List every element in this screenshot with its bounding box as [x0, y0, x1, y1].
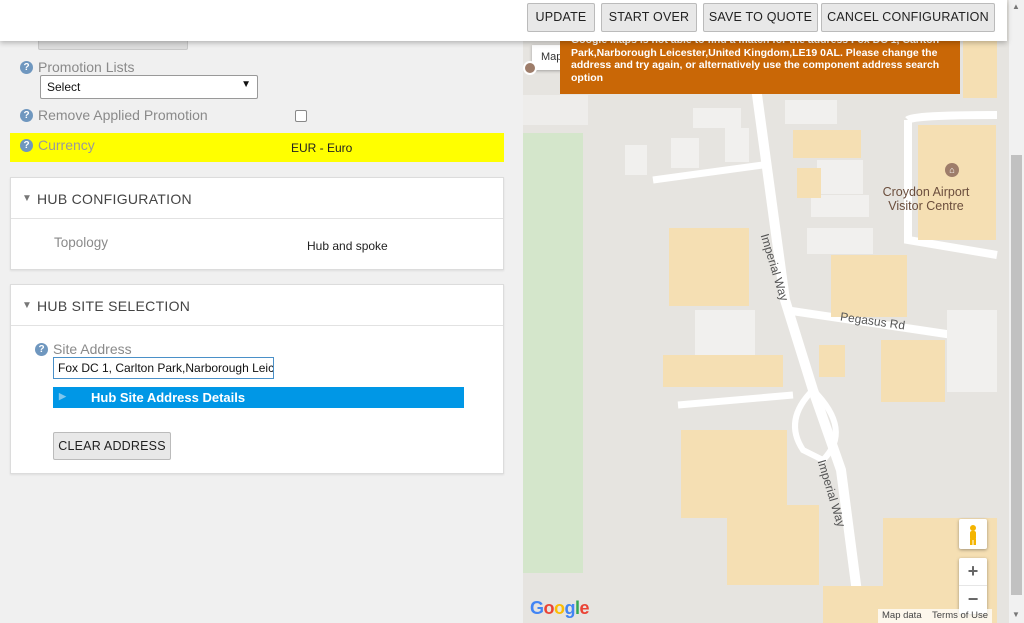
building-tan: [793, 130, 861, 158]
help-icon[interactable]: ?: [20, 61, 33, 74]
road-side-2: [677, 391, 794, 409]
remove-promotion-label: Remove Applied Promotion: [38, 107, 208, 123]
start-over-button[interactable]: START OVER: [601, 3, 697, 32]
building-tan: [663, 355, 783, 387]
place-label-line2: Visitor Centre: [888, 199, 964, 213]
scroll-down-icon[interactable]: ▼: [1012, 610, 1020, 619]
hub-configuration-header[interactable]: ▼ HUB CONFIGURATION: [11, 178, 503, 219]
hub-site-selection-title: HUB SITE SELECTION: [37, 298, 191, 314]
promotion-lists-select[interactable]: Select ▼: [40, 75, 258, 99]
collapse-triangle-icon: ▼: [22, 193, 32, 204]
help-icon[interactable]: ?: [35, 343, 48, 356]
building-grey: [671, 138, 699, 168]
building-grey: [693, 108, 741, 128]
help-icon[interactable]: ?: [20, 109, 33, 122]
map-pin-icon[interactable]: [523, 61, 537, 75]
hub-site-selection-header[interactable]: ▼ HUB SITE SELECTION: [11, 285, 503, 326]
map-error-banner: Google Maps is not able to find a match …: [560, 33, 960, 94]
address-details-label: Hub Site Address Details: [91, 390, 246, 405]
collapse-triangle-icon: ▼: [22, 300, 32, 311]
hub-site-address-details-toggle[interactable]: ▶ Hub Site Address Details: [53, 387, 464, 408]
help-icon[interactable]: ?: [20, 139, 33, 152]
building-tan: [831, 255, 907, 317]
zoom-control: + −: [959, 558, 987, 614]
scroll-up-icon[interactable]: ▲: [1012, 2, 1020, 11]
site-address-label: Site Address: [53, 341, 132, 357]
pegman-icon: [970, 525, 976, 545]
building-grey: [947, 310, 997, 392]
hub-configuration-title: HUB CONFIGURATION: [37, 191, 192, 207]
place-label-line1: Croydon Airport: [882, 185, 970, 199]
building-tan: [797, 168, 821, 198]
save-to-quote-button[interactable]: SAVE TO QUOTE: [703, 3, 818, 32]
zoom-in-button[interactable]: +: [959, 558, 987, 586]
map-data-link[interactable]: Map data: [882, 610, 922, 621]
map-attribution: Map data Terms of Use: [878, 609, 992, 623]
lot-area: [523, 95, 588, 125]
place-label-airport-visitor-centre[interactable]: Croydon Airport Visitor Centre: [876, 185, 976, 213]
building-grey: [785, 100, 837, 124]
building-grey: [625, 145, 647, 175]
topology-value: Hub and spoke: [307, 239, 388, 253]
remove-promotion-checkbox[interactable]: [295, 110, 307, 122]
cancel-configuration-button[interactable]: CANCEL CONFIGURATION: [821, 3, 995, 32]
building-grey: [811, 195, 869, 217]
building-tan: [918, 125, 996, 240]
road-airport-top: [905, 111, 998, 124]
building-tan: [669, 228, 749, 306]
park-area: [523, 133, 583, 573]
scrollbar-thumb[interactable]: [1011, 155, 1022, 595]
building-tan: [881, 340, 945, 402]
promotion-lists-label: Promotion Lists: [38, 59, 135, 75]
site-address-input[interactable]: Fox DC 1, Carlton Park,Narborough Leic: [53, 357, 274, 379]
google-logo[interactable]: Google: [530, 598, 590, 619]
update-button[interactable]: UPDATE: [527, 3, 595, 32]
building-grey: [725, 128, 749, 162]
dropdown-arrow-icon: ▼: [241, 79, 251, 90]
expand-triangle-icon: ▶: [59, 391, 66, 401]
top-toolbar: UPDATE START OVER SAVE TO QUOTE CANCEL C…: [0, 0, 1007, 41]
building-tan: [819, 345, 845, 377]
currency-row: ? Currency EUR - Euro: [10, 133, 504, 162]
building-tan: [727, 505, 819, 585]
building-grey: [817, 160, 863, 194]
building-grey: [695, 310, 755, 360]
road-side: [652, 161, 764, 184]
clear-address-button[interactable]: CLEAR ADDRESS: [53, 432, 171, 460]
building-grey: [807, 228, 873, 254]
building-tan: [681, 430, 787, 518]
terms-of-use-link[interactable]: Terms of Use: [932, 610, 988, 621]
promotion-select-value: Select: [47, 80, 81, 94]
topology-label: Topology: [54, 235, 109, 250]
building-tan: [963, 40, 997, 98]
street-view-pegman[interactable]: [959, 519, 987, 549]
museum-icon[interactable]: ⌂: [945, 163, 959, 177]
page-scrollbar[interactable]: ▲ ▼: [1009, 0, 1024, 623]
currency-label: Currency: [38, 137, 95, 153]
configuration-panel: ? Promotion Lists Select ▼ ? Remove Appl…: [0, 0, 522, 623]
hub-configuration-card: ▼ HUB CONFIGURATION Topology Hub and spo…: [10, 177, 504, 270]
currency-value: EUR - Euro: [291, 141, 353, 155]
